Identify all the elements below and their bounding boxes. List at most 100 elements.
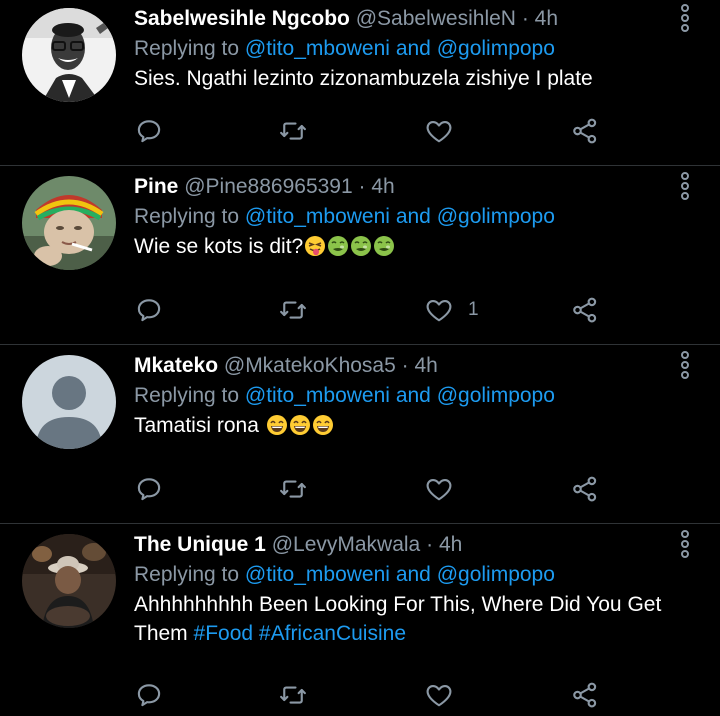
- tweet[interactable]: Pine @Pine886965391 · 4h Replying to @ti…: [0, 166, 720, 345]
- share-button[interactable]: [570, 680, 600, 710]
- user-handle[interactable]: @SabelwesihleN: [356, 7, 516, 30]
- mention-conjunction[interactable]: and: [396, 384, 431, 407]
- reply-feed: Sabelwesihle Ngcobo @SabelwesihleN · 4h …: [0, 0, 720, 716]
- share-icon: [570, 116, 600, 146]
- tweet-text: Sies. Ngathi lezinto zizonambuzela zishi…: [134, 64, 674, 93]
- like-button[interactable]: 1: [424, 295, 479, 325]
- replying-to: Replying to @tito_mboweni and @golimpopo: [134, 561, 674, 589]
- reply-button[interactable]: [134, 116, 164, 146]
- nauseated-emoji: [328, 236, 349, 256]
- like-button[interactable]: [424, 474, 468, 504]
- separator-dot: ·: [401, 354, 409, 377]
- timestamp[interactable]: 4h: [439, 533, 462, 556]
- mention-link[interactable]: @golimpopo: [437, 205, 555, 228]
- user-handle[interactable]: @Pine886965391: [184, 175, 352, 198]
- user-handle[interactable]: @LevyMakwala: [272, 533, 421, 556]
- tweet[interactable]: The Unique 1 @LevyMakwala · 4h Replying …: [0, 524, 720, 716]
- avatar[interactable]: [22, 8, 116, 102]
- action-bar: [134, 474, 614, 504]
- tweet-body: Tamatisi rona: [134, 414, 259, 437]
- reply-button[interactable]: [134, 680, 164, 710]
- replying-prefix: Replying to: [134, 384, 240, 407]
- tweet-header: Sabelwesihle Ngcobo @SabelwesihleN · 4h: [134, 6, 674, 32]
- mention-conjunction[interactable]: and: [396, 563, 431, 586]
- retweet-button[interactable]: [278, 116, 308, 146]
- mention-link[interactable]: @golimpopo: [437, 37, 555, 60]
- share-icon: [570, 680, 600, 710]
- retweet-button[interactable]: [278, 295, 308, 325]
- heart-icon: [424, 680, 454, 710]
- laughing-emoji: [289, 415, 310, 435]
- replying-to: Replying to @tito_mboweni and @golimpopo: [134, 35, 674, 63]
- tweet-header: The Unique 1 @LevyMakwala · 4h: [134, 532, 674, 558]
- tweet-text: Tamatisi rona: [134, 411, 674, 440]
- display-name[interactable]: Mkateko: [134, 354, 218, 377]
- reply-button[interactable]: [134, 474, 164, 504]
- hashtag-link[interactable]: #AfricanCuisine: [259, 622, 406, 645]
- heart-icon: [424, 474, 454, 504]
- tweet-content: The Unique 1 @LevyMakwala · 4h Replying …: [134, 532, 674, 648]
- like-button[interactable]: [424, 680, 468, 710]
- display-name[interactable]: The Unique 1: [134, 533, 266, 556]
- share-button[interactable]: [570, 474, 600, 504]
- comment-icon: [134, 116, 164, 146]
- display-name[interactable]: Pine: [134, 175, 178, 198]
- avatar[interactable]: [22, 355, 116, 449]
- comment-icon: [134, 474, 164, 504]
- mention-conjunction[interactable]: and: [396, 37, 431, 60]
- comment-icon: [134, 295, 164, 325]
- retweet-button[interactable]: [278, 474, 308, 504]
- retweet-icon: [278, 680, 308, 710]
- separator-dot: ·: [426, 533, 434, 556]
- share-icon: [570, 295, 600, 325]
- replying-prefix: Replying to: [134, 37, 240, 60]
- tweet-header: Pine @Pine886965391 · 4h: [134, 174, 674, 200]
- action-bar: [134, 116, 614, 146]
- like-count: 1: [468, 299, 479, 320]
- mention-link[interactable]: @golimpopo: [437, 384, 555, 407]
- display-name[interactable]: Sabelwesihle Ngcobo: [134, 7, 350, 30]
- tweet-content: Sabelwesihle Ngcobo @SabelwesihleN · 4h …: [134, 6, 674, 93]
- mention-link[interactable]: @tito_mboweni: [245, 37, 390, 60]
- heart-icon: [424, 116, 454, 146]
- share-button[interactable]: [570, 295, 600, 325]
- tweet[interactable]: Sabelwesihle Ngcobo @SabelwesihleN · 4h …: [0, 0, 720, 166]
- more-options-icon[interactable]: [678, 530, 692, 558]
- tweet-content: Mkateko @MkatekoKhosa5 · 4h Replying to …: [134, 353, 674, 440]
- more-options-icon[interactable]: [678, 172, 692, 200]
- replying-to: Replying to @tito_mboweni and @golimpopo: [134, 382, 674, 410]
- replying-prefix: Replying to: [134, 205, 240, 228]
- retweet-icon: [278, 295, 308, 325]
- timestamp[interactable]: 4h: [535, 7, 558, 30]
- tweet-header: Mkateko @MkatekoKhosa5 · 4h: [134, 353, 674, 379]
- like-button[interactable]: [424, 116, 468, 146]
- retweet-button[interactable]: [278, 680, 308, 710]
- tweet-text: Ahhhhhhhhh Been Looking For This, Where …: [134, 590, 674, 648]
- mention-link[interactable]: @tito_mboweni: [245, 205, 390, 228]
- mention-conjunction[interactable]: and: [396, 205, 431, 228]
- tweet-content: Pine @Pine886965391 · 4h Replying to @ti…: [134, 174, 674, 261]
- tongue-out-emoji: [305, 236, 326, 256]
- avatar[interactable]: [22, 534, 116, 628]
- mention-link[interactable]: @golimpopo: [437, 563, 555, 586]
- share-button[interactable]: [570, 116, 600, 146]
- tweet[interactable]: Mkateko @MkatekoKhosa5 · 4h Replying to …: [0, 345, 720, 524]
- hashtag-link[interactable]: #Food: [194, 622, 254, 645]
- reply-button[interactable]: [134, 295, 164, 325]
- mention-link[interactable]: @tito_mboweni: [245, 563, 390, 586]
- heart-icon: [424, 295, 454, 325]
- laughing-emoji: [312, 415, 333, 435]
- more-options-icon[interactable]: [678, 351, 692, 379]
- more-options-icon[interactable]: [678, 4, 692, 32]
- action-bar: 1: [134, 295, 614, 325]
- action-bar: [134, 680, 614, 710]
- timestamp[interactable]: 4h: [414, 354, 437, 377]
- timestamp[interactable]: 4h: [371, 175, 394, 198]
- user-handle[interactable]: @MkatekoKhosa5: [224, 354, 396, 377]
- avatar[interactable]: [22, 176, 116, 270]
- tweet-body: Sies. Ngathi lezinto zizonambuzela zishi…: [134, 67, 593, 90]
- replying-to: Replying to @tito_mboweni and @golimpopo: [134, 203, 674, 231]
- replying-prefix: Replying to: [134, 563, 240, 586]
- mention-link[interactable]: @tito_mboweni: [245, 384, 390, 407]
- retweet-icon: [278, 116, 308, 146]
